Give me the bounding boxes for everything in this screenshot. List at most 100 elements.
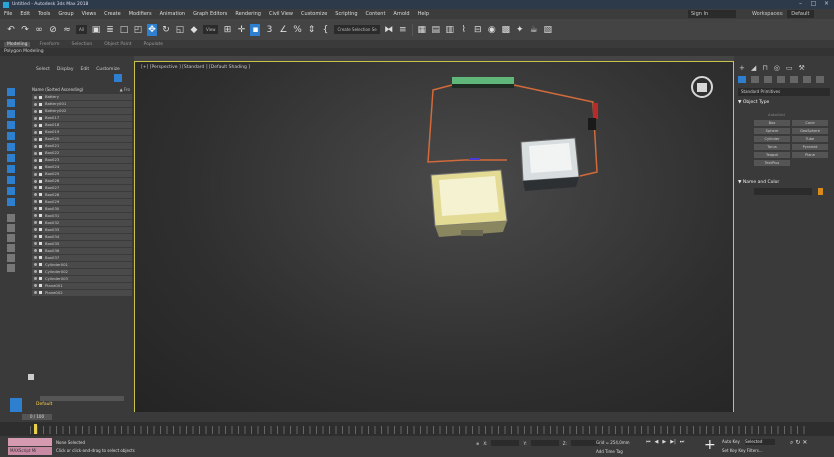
tree-row[interactable]: Battery002 <box>32 107 132 115</box>
menu-content[interactable]: Content <box>366 11 386 17</box>
sync-selection-icon[interactable] <box>7 254 15 262</box>
tree-row[interactable]: Box030 <box>32 205 132 213</box>
visibility-icon[interactable] <box>34 277 37 281</box>
display-bones-icon[interactable] <box>7 187 15 195</box>
menu-tools[interactable]: Tools <box>38 11 50 17</box>
named-selection-dropdown[interactable]: Create Selection Se <box>334 25 380 34</box>
geometry-category-icon[interactable] <box>738 76 746 83</box>
display-children-icon[interactable] <box>7 234 15 242</box>
mirror-icon[interactable]: ⧓ <box>384 24 394 36</box>
pyramid-button[interactable]: Pyramid <box>792 144 828 150</box>
menu-modifiers[interactable]: Modifiers <box>129 11 152 17</box>
align-icon[interactable]: ≡ <box>398 24 408 36</box>
next-frame-icon[interactable]: ▶| <box>670 439 676 445</box>
visibility-icon[interactable] <box>34 179 37 183</box>
visibility-icon[interactable] <box>34 116 37 120</box>
tree-row[interactable]: Box025 <box>32 170 132 178</box>
visibility-icon[interactable] <box>34 95 37 99</box>
create-tab-icon[interactable]: + <box>739 64 745 72</box>
minimize-icon[interactable]: – <box>796 1 805 7</box>
viewcube-icon[interactable] <box>691 76 713 98</box>
menu-edit[interactable]: Edit <box>20 11 30 17</box>
visibility-icon[interactable] <box>34 186 37 190</box>
unlink-icon[interactable]: ⊘ <box>48 24 58 36</box>
render-in-cloud-icon[interactable]: ▧ <box>543 24 553 36</box>
ribbon-tab-modeling[interactable]: Modeling <box>4 41 31 47</box>
menu-views[interactable]: Views <box>82 11 96 17</box>
maxscript-listener[interactable] <box>8 438 52 446</box>
menu-file[interactable]: File <box>4 11 12 17</box>
visibility-icon[interactable] <box>34 144 37 148</box>
collapse-all-icon[interactable] <box>7 264 15 272</box>
filter-icon[interactable] <box>7 244 15 252</box>
visibility-icon[interactable] <box>34 256 37 260</box>
select-rotate-icon[interactable]: ↻ <box>161 24 171 36</box>
visibility-icon[interactable] <box>34 172 37 176</box>
absolute-mode-icon[interactable]: ⊕ <box>476 441 479 446</box>
visibility-icon[interactable] <box>34 158 37 162</box>
tree-row[interactable]: Box019 <box>32 128 132 136</box>
tube-button[interactable]: Tube <box>792 136 828 142</box>
auto-key-dropdown[interactable]: Selected <box>745 439 776 445</box>
display-all-icon[interactable] <box>7 88 15 96</box>
cone-button[interactable]: Cone <box>792 120 828 126</box>
sort-indicator[interactable]: ▲ Fro <box>120 86 130 93</box>
tree-row[interactable]: Box022 <box>32 149 132 157</box>
visibility-icon[interactable] <box>34 242 37 246</box>
previous-frame-icon[interactable]: ◀ <box>655 439 659 445</box>
utilities-tab-icon[interactable]: ⚒ <box>798 64 804 72</box>
menu-arnold[interactable]: Arnold <box>393 11 409 17</box>
explorer-pin-icon[interactable] <box>28 374 34 380</box>
box-button[interactable]: Box <box>754 120 790 126</box>
motion-tab-icon[interactable]: ◎ <box>774 64 780 72</box>
tree-row[interactable]: Box018 <box>32 121 132 129</box>
go-to-start-icon[interactable]: ⏮ <box>646 439 651 445</box>
visibility-icon[interactable] <box>34 207 37 211</box>
perspective-viewport[interactable]: [+] [Perspective ] [Standard ] [Default … <box>134 61 734 413</box>
name-and-color-rollout[interactable]: ▼ Name and Color <box>738 180 779 185</box>
play-icon[interactable]: ▶ <box>662 439 666 445</box>
z-coordinate-field[interactable] <box>570 440 599 446</box>
explorer-mode-icon[interactable] <box>10 398 22 412</box>
menu-help[interactable]: Help <box>418 11 429 17</box>
visibility-icon[interactable] <box>34 284 37 288</box>
keyboard-shortcut-override-icon[interactable]: ▪ <box>250 23 261 36</box>
curve-editor-icon[interactable]: ⌇ <box>459 24 469 36</box>
shapes-category-icon[interactable] <box>751 76 759 83</box>
visibility-icon[interactable] <box>34 193 37 197</box>
tree-row[interactable]: Box037 <box>32 254 132 262</box>
modify-tab-icon[interactable]: ◢ <box>751 64 756 72</box>
visibility-icon[interactable] <box>34 109 37 113</box>
render-setup-icon[interactable]: ▩ <box>501 24 511 36</box>
horizontal-scrollbar[interactable] <box>40 396 124 401</box>
edit-named-selection-icon[interactable]: { <box>320 24 330 36</box>
explorer-menu-display[interactable]: Display <box>57 67 74 72</box>
menu-rendering[interactable]: Rendering <box>235 11 261 17</box>
pivot-center-icon[interactable]: ⊞ <box>222 24 232 36</box>
display-geometry-icon[interactable] <box>7 99 15 107</box>
display-lights-icon[interactable] <box>7 121 15 129</box>
geosphere-button[interactable]: GeoSphere <box>792 128 828 134</box>
tree-row[interactable]: Plane002 <box>32 289 132 296</box>
visibility-icon[interactable] <box>34 200 37 204</box>
ribbon-tab-freeform[interactable]: Freeform <box>36 42 62 47</box>
scene-explorer-icon[interactable]: ▦ <box>417 24 427 36</box>
tree-row[interactable]: Box028 <box>32 191 132 199</box>
selection-filter-dropdown[interactable]: All <box>76 25 87 34</box>
textplus-button[interactable]: TextPlus <box>754 160 790 166</box>
menu-graph-editors[interactable]: Graph Editors <box>193 11 227 17</box>
layer-name[interactable]: Default <box>36 402 52 407</box>
rendered-frame-window-icon[interactable]: ✦ <box>515 24 525 36</box>
bind-space-warp-icon[interactable]: ≈ <box>62 24 72 36</box>
lights-category-icon[interactable] <box>764 76 772 83</box>
spinner-snap-icon[interactable]: ⇕ <box>306 24 316 36</box>
visibility-icon[interactable] <box>34 214 37 218</box>
space-warps-category-icon[interactable] <box>803 76 811 83</box>
go-to-end-icon[interactable]: ⏭ <box>680 439 685 445</box>
ribbon-tab-selection[interactable]: Selection <box>69 42 96 47</box>
tree-row[interactable]: Cylinder002 <box>32 268 132 275</box>
sign-in-dropdown[interactable]: Sign In <box>688 10 736 18</box>
visibility-icon[interactable] <box>34 249 37 253</box>
layer-explorer-icon[interactable]: ▤ <box>431 24 441 36</box>
redo-icon[interactable]: ↷ <box>20 24 30 36</box>
